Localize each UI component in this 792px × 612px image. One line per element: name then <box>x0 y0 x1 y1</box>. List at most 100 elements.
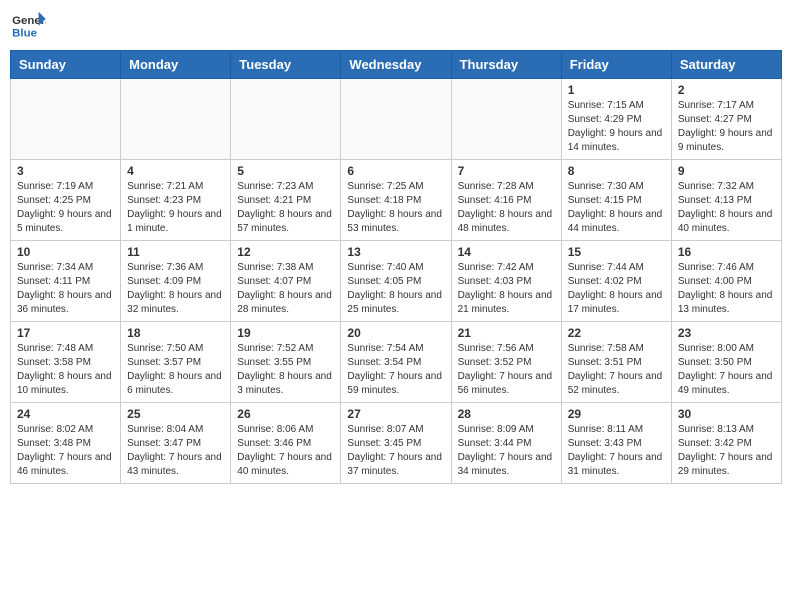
day-number: 9 <box>678 164 775 178</box>
calendar-cell: 19 Sunrise: 7:52 AM Sunset: 3:55 PM Dayli… <box>231 322 341 403</box>
calendar-header-wednesday: Wednesday <box>341 51 451 79</box>
day-number: 14 <box>458 245 555 259</box>
calendar-cell: 30 Sunrise: 8:13 AM Sunset: 3:42 PM Dayli… <box>671 403 781 484</box>
day-number: 15 <box>568 245 665 259</box>
calendar-cell: 20 Sunrise: 7:54 AM Sunset: 3:54 PM Dayli… <box>341 322 451 403</box>
day-number: 20 <box>347 326 444 340</box>
day-info: Sunrise: 7:36 AM Sunset: 4:09 PM Dayligh… <box>127 261 224 317</box>
day-info: Sunrise: 7:40 AM Sunset: 4:05 PM Dayligh… <box>347 261 444 317</box>
calendar-cell <box>121 79 231 160</box>
day-info: Sunrise: 8:04 AM Sunset: 3:47 PM Dayligh… <box>127 423 224 479</box>
day-info: Sunrise: 7:34 AM Sunset: 4:11 PM Dayligh… <box>17 261 114 317</box>
calendar-cell: 13 Sunrise: 7:40 AM Sunset: 4:05 PM Dayli… <box>341 241 451 322</box>
calendar-cell: 22 Sunrise: 7:58 AM Sunset: 3:51 PM Dayli… <box>561 322 671 403</box>
calendar-cell: 10 Sunrise: 7:34 AM Sunset: 4:11 PM Dayli… <box>11 241 121 322</box>
day-info: Sunrise: 7:28 AM Sunset: 4:16 PM Dayligh… <box>458 180 555 236</box>
calendar-cell: 3Sunrise: 7:19 AM Sunset: 4:25 PM Daylig… <box>11 160 121 241</box>
calendar-cell: 28Sunrise: 8:09 AM Sunset: 3:44 PM Dayli… <box>451 403 561 484</box>
calendar-cell: 15 Sunrise: 7:44 AM Sunset: 4:02 PM Dayli… <box>561 241 671 322</box>
day-info: Sunrise: 7:17 AM Sunset: 4:27 PM Dayligh… <box>678 99 775 155</box>
day-info: Sunrise: 8:02 AM Sunset: 3:48 PM Dayligh… <box>17 423 114 479</box>
day-info: Sunrise: 7:48 AM Sunset: 3:58 PM Dayligh… <box>17 342 114 398</box>
day-info: Sunrise: 7:21 AM Sunset: 4:23 PM Dayligh… <box>127 180 224 236</box>
calendar-cell: 26 Sunrise: 8:06 AM Sunset: 3:46 PM Dayli… <box>231 403 341 484</box>
day-number: 6 <box>347 164 444 178</box>
calendar-cell: 27Sunrise: 8:07 AM Sunset: 3:45 PM Dayli… <box>341 403 451 484</box>
day-number: 17 <box>17 326 114 340</box>
calendar-cell: 7 Sunrise: 7:28 AM Sunset: 4:16 PM Daylig… <box>451 160 561 241</box>
day-number: 26 <box>237 407 334 421</box>
calendar-header-row: SundayMondayTuesdayWednesdayThursdayFrid… <box>11 51 782 79</box>
calendar-cell: 5 Sunrise: 7:23 AM Sunset: 4:21 PM Daylig… <box>231 160 341 241</box>
day-number: 19 <box>237 326 334 340</box>
calendar-cell <box>11 79 121 160</box>
day-info: Sunrise: 7:15 AM Sunset: 4:29 PM Dayligh… <box>568 99 665 155</box>
day-number: 25 <box>127 407 224 421</box>
calendar-cell: 25 Sunrise: 8:04 AM Sunset: 3:47 PM Dayli… <box>121 403 231 484</box>
calendar-header-monday: Monday <box>121 51 231 79</box>
day-number: 29 <box>568 407 665 421</box>
calendar-cell: 17 Sunrise: 7:48 AM Sunset: 3:58 PM Dayli… <box>11 322 121 403</box>
day-number: 22 <box>568 326 665 340</box>
calendar-week-row: 17 Sunrise: 7:48 AM Sunset: 3:58 PM Dayli… <box>11 322 782 403</box>
day-info: Sunrise: 7:58 AM Sunset: 3:51 PM Dayligh… <box>568 342 665 398</box>
day-number: 11 <box>127 245 224 259</box>
day-info: Sunrise: 8:07 AM Sunset: 3:45 PM Dayligh… <box>347 423 444 479</box>
day-number: 8 <box>568 164 665 178</box>
day-number: 13 <box>347 245 444 259</box>
calendar-cell: 2 Sunrise: 7:17 AM Sunset: 4:27 PM Daylig… <box>671 79 781 160</box>
day-info: Sunrise: 7:44 AM Sunset: 4:02 PM Dayligh… <box>568 261 665 317</box>
calendar-cell: 8 Sunrise: 7:30 AM Sunset: 4:15 PM Daylig… <box>561 160 671 241</box>
day-number: 1 <box>568 83 665 97</box>
calendar-cell: 18 Sunrise: 7:50 AM Sunset: 3:57 PM Dayli… <box>121 322 231 403</box>
calendar-header-tuesday: Tuesday <box>231 51 341 79</box>
day-number: 16 <box>678 245 775 259</box>
day-info: Sunrise: 7:25 AM Sunset: 4:18 PM Dayligh… <box>347 180 444 236</box>
calendar-cell: 9 Sunrise: 7:32 AM Sunset: 4:13 PM Daylig… <box>671 160 781 241</box>
day-number: 18 <box>127 326 224 340</box>
calendar-cell: 16 Sunrise: 7:46 AM Sunset: 4:00 PM Dayli… <box>671 241 781 322</box>
calendar-cell: 23 Sunrise: 8:00 AM Sunset: 3:50 PM Dayli… <box>671 322 781 403</box>
svg-text:Blue: Blue <box>12 27 37 39</box>
day-info: Sunrise: 7:50 AM Sunset: 3:57 PM Dayligh… <box>127 342 224 398</box>
day-info: Sunrise: 7:54 AM Sunset: 3:54 PM Dayligh… <box>347 342 444 398</box>
day-info: Sunrise: 8:00 AM Sunset: 3:50 PM Dayligh… <box>678 342 775 398</box>
calendar-cell: 12 Sunrise: 7:38 AM Sunset: 4:07 PM Dayli… <box>231 241 341 322</box>
day-info: Sunrise: 8:09 AM Sunset: 3:44 PM Dayligh… <box>458 423 555 479</box>
day-number: 2 <box>678 83 775 97</box>
logo-icon: General Blue <box>10 10 46 40</box>
day-number: 12 <box>237 245 334 259</box>
day-info: Sunrise: 8:11 AM Sunset: 3:43 PM Dayligh… <box>568 423 665 479</box>
day-info: Sunrise: 7:42 AM Sunset: 4:03 PM Dayligh… <box>458 261 555 317</box>
calendar-cell <box>341 79 451 160</box>
day-number: 4 <box>127 164 224 178</box>
calendar-cell: 11 Sunrise: 7:36 AM Sunset: 4:09 PM Dayli… <box>121 241 231 322</box>
logo: General Blue <box>10 10 46 40</box>
calendar-cell: 29 Sunrise: 8:11 AM Sunset: 3:43 PM Dayli… <box>561 403 671 484</box>
calendar-cell <box>451 79 561 160</box>
day-info: Sunrise: 7:23 AM Sunset: 4:21 PM Dayligh… <box>237 180 334 236</box>
day-info: Sunrise: 7:56 AM Sunset: 3:52 PM Dayligh… <box>458 342 555 398</box>
day-number: 5 <box>237 164 334 178</box>
calendar-week-row: 3Sunrise: 7:19 AM Sunset: 4:25 PM Daylig… <box>11 160 782 241</box>
day-info: Sunrise: 7:30 AM Sunset: 4:15 PM Dayligh… <box>568 180 665 236</box>
calendar-cell: 4 Sunrise: 7:21 AM Sunset: 4:23 PM Daylig… <box>121 160 231 241</box>
day-info: Sunrise: 7:52 AM Sunset: 3:55 PM Dayligh… <box>237 342 334 398</box>
day-number: 21 <box>458 326 555 340</box>
day-info: Sunrise: 8:06 AM Sunset: 3:46 PM Dayligh… <box>237 423 334 479</box>
calendar-header-thursday: Thursday <box>451 51 561 79</box>
day-info: Sunrise: 7:46 AM Sunset: 4:00 PM Dayligh… <box>678 261 775 317</box>
day-number: 10 <box>17 245 114 259</box>
day-number: 7 <box>458 164 555 178</box>
calendar-week-row: 1 Sunrise: 7:15 AM Sunset: 4:29 PM Daylig… <box>11 79 782 160</box>
day-number: 23 <box>678 326 775 340</box>
calendar-week-row: 10 Sunrise: 7:34 AM Sunset: 4:11 PM Dayli… <box>11 241 782 322</box>
calendar-cell: 6 Sunrise: 7:25 AM Sunset: 4:18 PM Daylig… <box>341 160 451 241</box>
page-header: General Blue <box>10 10 782 40</box>
day-info: Sunrise: 8:13 AM Sunset: 3:42 PM Dayligh… <box>678 423 775 479</box>
day-number: 30 <box>678 407 775 421</box>
calendar-header-saturday: Saturday <box>671 51 781 79</box>
calendar-header-friday: Friday <box>561 51 671 79</box>
day-info: Sunrise: 7:32 AM Sunset: 4:13 PM Dayligh… <box>678 180 775 236</box>
day-info: Sunrise: 7:38 AM Sunset: 4:07 PM Dayligh… <box>237 261 334 317</box>
